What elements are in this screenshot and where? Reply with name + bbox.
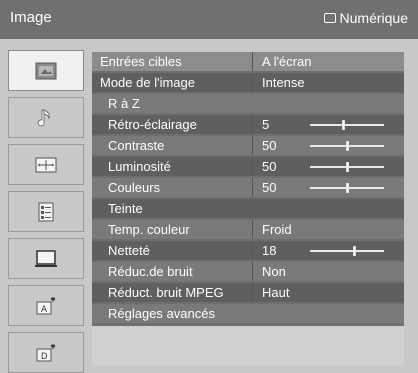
column-divider bbox=[252, 157, 253, 176]
menu-title: Image bbox=[10, 9, 52, 26]
menu-row-label: Réglages avancés bbox=[108, 306, 215, 321]
menu-row-label: Luminosité bbox=[108, 159, 171, 174]
column-divider bbox=[252, 262, 253, 281]
menu-row-label: Mode de l'image bbox=[100, 75, 195, 90]
input-source: Numérique bbox=[323, 10, 408, 26]
menu-row-label: Teinte bbox=[108, 201, 143, 216]
category-sidebar: A D bbox=[2, 44, 86, 373]
column-divider bbox=[252, 115, 253, 134]
menu-row-value: Froid bbox=[262, 222, 292, 237]
analog-antenna-icon: A bbox=[36, 296, 56, 314]
column-divider bbox=[252, 136, 253, 155]
backlight-slider[interactable] bbox=[310, 120, 384, 130]
menu-row-value: Non bbox=[262, 264, 286, 279]
music-note-icon bbox=[37, 108, 50, 126]
column-divider bbox=[252, 220, 253, 239]
column-divider bbox=[252, 73, 253, 92]
menu-row-target-inputs[interactable]: Entrées cibles A l'écran bbox=[92, 52, 404, 71]
menu-row-label: R à Z bbox=[108, 96, 140, 111]
menu-row-sharpness[interactable]: Netteté 18 bbox=[92, 241, 404, 260]
menu-row-label: Contraste bbox=[108, 138, 165, 153]
menu-row-advanced-settings[interactable]: Réglages avancés bbox=[92, 304, 404, 323]
sharpness-slider[interactable] bbox=[310, 246, 384, 256]
slider-knob[interactable] bbox=[346, 141, 349, 151]
sidebar-item-sound[interactable] bbox=[8, 97, 84, 138]
list-icon bbox=[38, 202, 54, 221]
menu-row-color-temperature[interactable]: Temp. couleur Froid bbox=[92, 220, 404, 239]
menu-row-reset[interactable]: R à Z bbox=[92, 94, 404, 113]
menu-row-label: Réduct. bruit MPEG bbox=[108, 285, 224, 300]
contrast-slider[interactable] bbox=[310, 141, 384, 151]
menu-row-backlight[interactable]: Rétro-éclairage 5 bbox=[92, 115, 404, 134]
menu-row-label: Netteté bbox=[108, 243, 150, 258]
column-divider bbox=[252, 283, 253, 302]
column-divider bbox=[252, 241, 253, 260]
menu-row-label: Entrées cibles bbox=[100, 54, 182, 69]
sidebar-item-analog-setup[interactable]: A bbox=[8, 285, 84, 326]
menu-row-value: Intense bbox=[262, 75, 305, 90]
menu-row-color[interactable]: Couleurs 50 bbox=[92, 178, 404, 197]
sidebar-item-picture[interactable] bbox=[8, 50, 84, 91]
sidebar-item-screen[interactable] bbox=[8, 144, 84, 185]
screen-format-icon bbox=[35, 157, 57, 172]
slider-knob[interactable] bbox=[342, 120, 345, 130]
brightness-slider[interactable] bbox=[310, 162, 384, 172]
menu-row-value: 50 bbox=[262, 138, 277, 153]
menu-row-label: Rétro-éclairage bbox=[108, 117, 197, 132]
sidebar-item-pc[interactable] bbox=[8, 238, 84, 279]
menu-row-brightness[interactable]: Luminosité 50 bbox=[92, 157, 404, 176]
svg-text:D: D bbox=[41, 351, 48, 361]
menu-row-mpeg-noise-reduction[interactable]: Réduct. bruit MPEG Haut bbox=[92, 283, 404, 302]
picture-icon bbox=[35, 62, 57, 79]
title-bar: Image Numérique bbox=[0, 0, 418, 39]
menu-row-picture-mode[interactable]: Mode de l'image Intense bbox=[92, 73, 404, 92]
menu-row-hue[interactable]: Teinte bbox=[92, 199, 404, 218]
slider-knob[interactable] bbox=[346, 183, 349, 193]
monitor-icon bbox=[35, 249, 57, 267]
digital-antenna-icon: D bbox=[36, 343, 56, 361]
menu-row-label: Couleurs bbox=[108, 180, 161, 195]
menu-row-noise-reduction[interactable]: Réduc.de bruit Non bbox=[92, 262, 404, 281]
menu-row-contrast[interactable]: Contraste 50 bbox=[92, 136, 404, 155]
menu-row-value: A l'écran bbox=[262, 54, 312, 69]
slider-knob[interactable] bbox=[353, 246, 356, 256]
tv-menu-screen: Image Numérique A D Entrées cibles A l'é… bbox=[0, 0, 418, 373]
picture-settings-list: Entrées cibles A l'écran Mode de l'image… bbox=[92, 52, 404, 326]
menu-row-value: 50 bbox=[262, 180, 277, 195]
menu-row-label: Temp. couleur bbox=[108, 222, 190, 237]
menu-row-value: 18 bbox=[262, 243, 277, 258]
color-slider[interactable] bbox=[310, 183, 384, 193]
sidebar-item-features[interactable] bbox=[8, 191, 84, 232]
menu-row-value: 5 bbox=[262, 117, 270, 132]
input-source-label: Numérique bbox=[339, 10, 408, 26]
svg-text:A: A bbox=[41, 304, 47, 314]
menu-row-label: Réduc.de bruit bbox=[108, 264, 193, 279]
tv-icon bbox=[323, 13, 336, 23]
column-divider bbox=[252, 52, 253, 71]
menu-row-value: 50 bbox=[262, 159, 277, 174]
slider-knob[interactable] bbox=[346, 162, 349, 172]
sidebar-item-digital-setup[interactable]: D bbox=[8, 332, 84, 373]
menu-footer-area bbox=[92, 326, 404, 366]
menu-row-value: Haut bbox=[262, 285, 290, 300]
column-divider bbox=[252, 178, 253, 197]
